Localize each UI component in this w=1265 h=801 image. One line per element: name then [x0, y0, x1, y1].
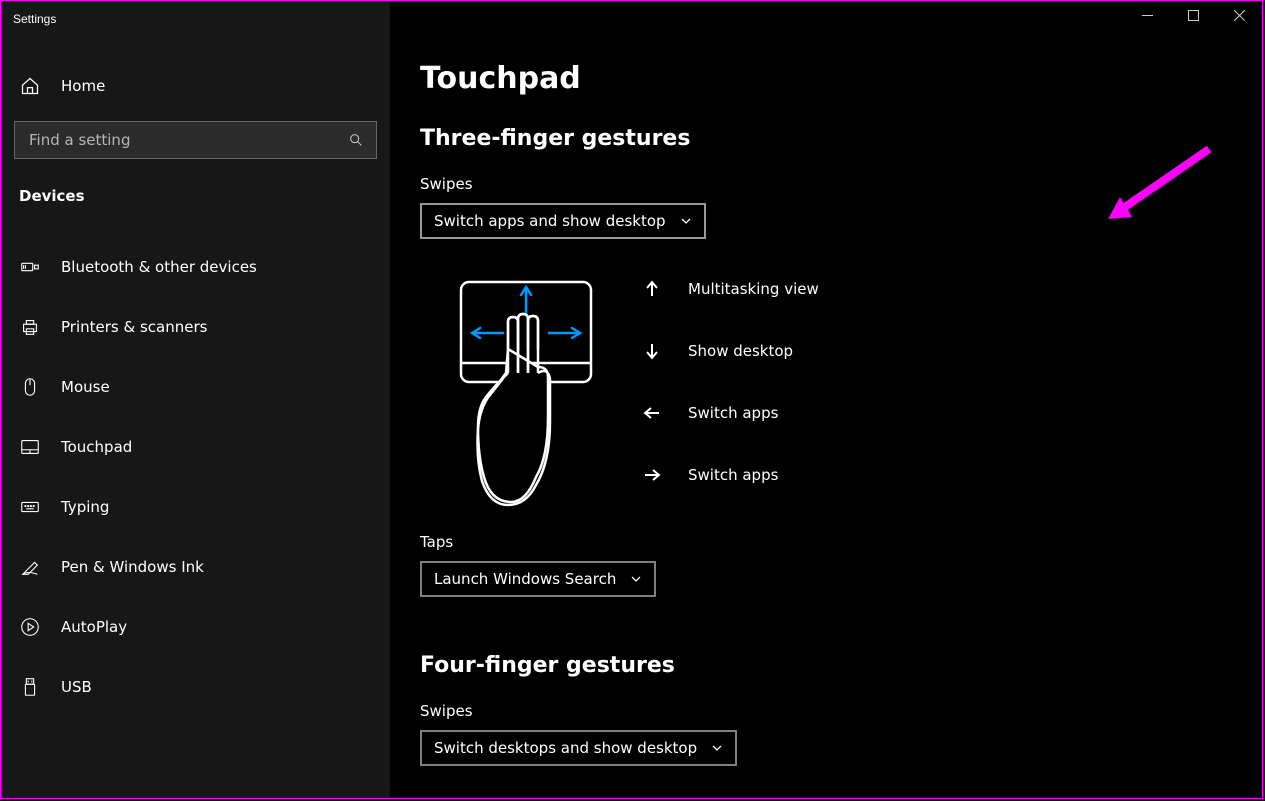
- sidebar-item-autoplay[interactable]: AutoPlay: [1, 597, 390, 657]
- mouse-icon: [19, 376, 41, 398]
- pen-icon: [19, 556, 41, 578]
- sidebar-item-label: USB: [61, 678, 372, 696]
- sidebar-item-usb[interactable]: USB: [1, 657, 390, 717]
- swipes4-dropdown[interactable]: Switch desktops and show desktop: [420, 730, 737, 766]
- gesture-legend: Multitasking view Show desktop Switch ap…: [642, 277, 819, 507]
- chevron-down-icon: [680, 215, 692, 227]
- sidebar-item-label: Touchpad: [61, 438, 372, 456]
- sidebar-item-bluetooth[interactable]: Bluetooth & other devices: [1, 237, 390, 297]
- swipes-dropdown-value: Switch apps and show desktop: [434, 212, 666, 230]
- autoplay-icon: [19, 616, 41, 638]
- sidebar-item-touchpad[interactable]: Touchpad: [1, 417, 390, 477]
- maximize-button[interactable]: [1170, 1, 1216, 29]
- section-four-finger: Four-finger gestures: [420, 653, 1232, 678]
- bluetooth-icon: [19, 256, 41, 278]
- sidebar-item-label: AutoPlay: [61, 618, 372, 636]
- taps-label: Taps: [420, 533, 1232, 551]
- sidebar-item-pen[interactable]: Pen & Windows Ink: [1, 537, 390, 597]
- gesture-row-right: Switch apps: [642, 465, 819, 485]
- sidebar: Settings Home Devices: [1, 1, 390, 798]
- minimize-button[interactable]: [1124, 1, 1170, 29]
- touchpad-gesture-diagram: [456, 277, 596, 507]
- gesture-right-label: Switch apps: [688, 466, 778, 484]
- taps-dropdown-value: Launch Windows Search: [434, 570, 616, 588]
- touchpad-icon: [19, 436, 41, 458]
- sidebar-item-label: Bluetooth & other devices: [61, 258, 372, 276]
- chevron-down-icon: [630, 573, 642, 585]
- home-icon: [19, 75, 41, 97]
- gesture-diagram-block: Multitasking view Show desktop Switch ap…: [456, 277, 1232, 507]
- taps-dropdown[interactable]: Launch Windows Search: [420, 561, 656, 597]
- category-header: Devices: [1, 165, 390, 219]
- gesture-left-label: Switch apps: [688, 404, 778, 422]
- arrow-right-icon: [642, 465, 662, 485]
- swipes4-label: Swipes: [420, 702, 1232, 720]
- sidebar-item-label: Printers & scanners: [61, 318, 372, 336]
- window-controls: [1124, 1, 1262, 29]
- gesture-row-down: Show desktop: [642, 341, 819, 361]
- close-button[interactable]: [1216, 1, 1262, 29]
- sidebar-item-printers[interactable]: Printers & scanners: [1, 297, 390, 357]
- home-button[interactable]: Home: [1, 61, 390, 111]
- arrow-up-icon: [642, 279, 662, 299]
- nav-list: Bluetooth & other devices Printers & sca…: [1, 237, 390, 717]
- section-three-finger: Three-finger gestures: [420, 126, 1232, 151]
- home-label: Home: [61, 77, 105, 95]
- main-content: Touchpad Three-finger gestures Swipes Sw…: [390, 1, 1262, 798]
- chevron-down-icon: [711, 742, 723, 754]
- search-icon: [348, 132, 364, 148]
- usb-icon: [19, 676, 41, 698]
- swipes4-dropdown-value: Switch desktops and show desktop: [434, 739, 697, 757]
- page-title: Touchpad: [420, 61, 1232, 96]
- keyboard-icon: [19, 496, 41, 518]
- arrow-left-icon: [642, 403, 662, 423]
- gesture-row-left: Switch apps: [642, 403, 819, 423]
- gesture-down-label: Show desktop: [688, 342, 793, 360]
- sidebar-item-label: Pen & Windows Ink: [61, 558, 372, 576]
- search-box[interactable]: [14, 121, 377, 159]
- sidebar-item-typing[interactable]: Typing: [1, 477, 390, 537]
- swipes-dropdown[interactable]: Switch apps and show desktop: [420, 203, 706, 239]
- printer-icon: [19, 316, 41, 338]
- gesture-row-up: Multitasking view: [642, 279, 819, 299]
- swipes-label: Swipes: [420, 175, 1232, 193]
- sidebar-item-label: Typing: [61, 498, 372, 516]
- sidebar-item-label: Mouse: [61, 378, 372, 396]
- gesture-up-label: Multitasking view: [688, 280, 819, 298]
- search-input[interactable]: [27, 130, 348, 150]
- window-title: Settings: [1, 5, 390, 33]
- arrow-down-icon: [642, 341, 662, 361]
- sidebar-item-mouse[interactable]: Mouse: [1, 357, 390, 417]
